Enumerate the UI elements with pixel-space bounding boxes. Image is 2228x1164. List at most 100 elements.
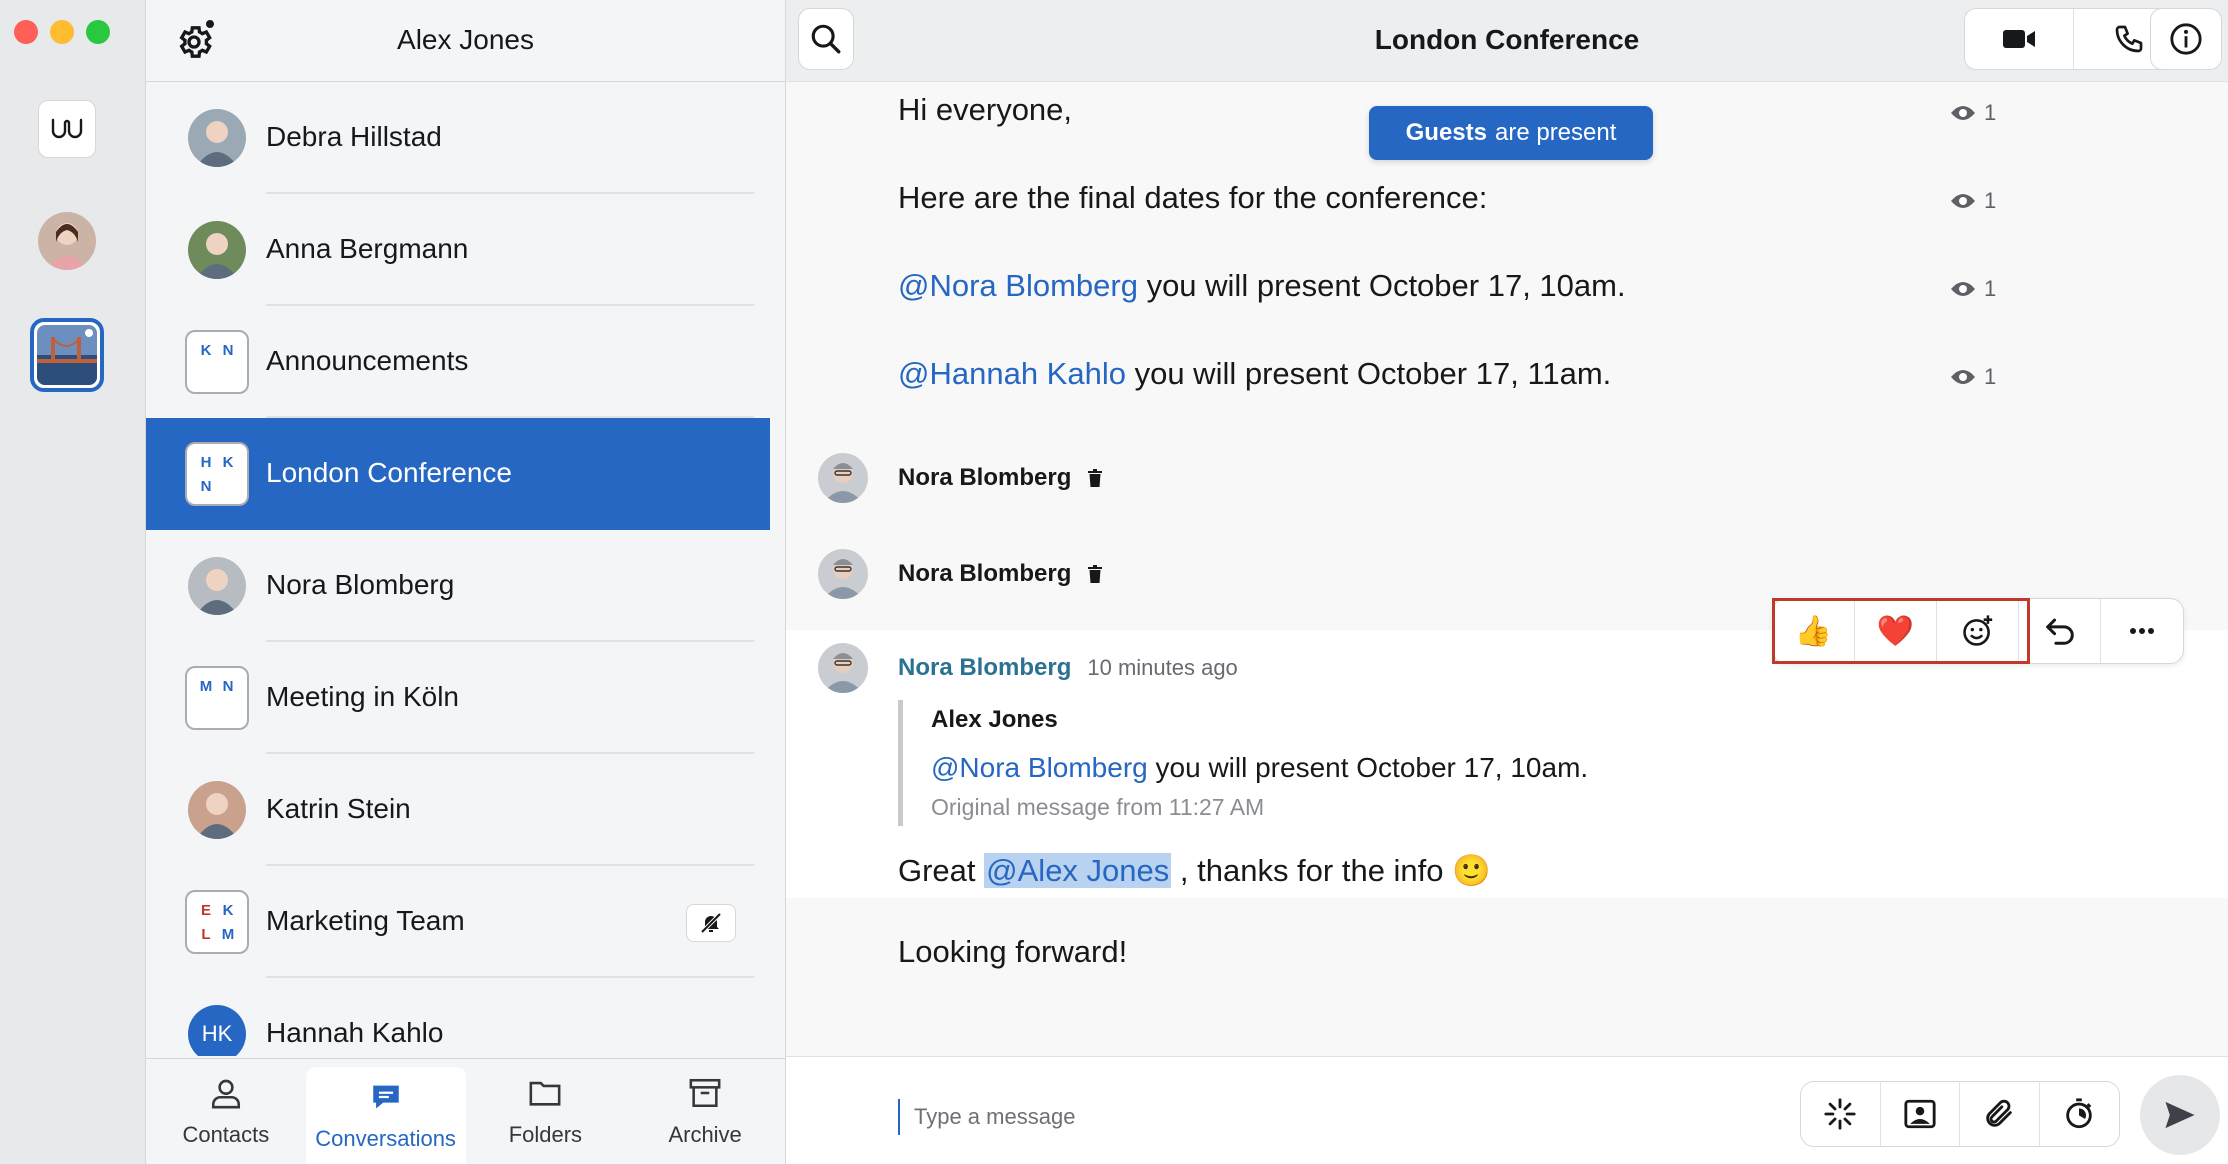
archive-icon — [688, 1076, 722, 1116]
conversation-item[interactable]: M N Meeting in Köln — [146, 642, 770, 754]
conversation-item[interactable]: Debra Hillstad — [146, 82, 770, 194]
video-camera-icon — [2003, 30, 2035, 48]
quoted-text: @Nora Blomberg you will present October … — [931, 752, 1588, 784]
wire-logo-button[interactable] — [38, 100, 96, 158]
guests-banner-text: are present — [1494, 119, 1617, 146]
list-header: Alex Jones — [146, 0, 785, 82]
read-receipt[interactable]: 1 — [1950, 364, 1996, 390]
send-button[interactable] — [2140, 1075, 2220, 1155]
conversation-label-wrap: Marketing Team — [266, 866, 754, 978]
reply-text-before: Great — [898, 853, 985, 888]
conversation-info-button[interactable] — [2150, 8, 2222, 70]
nora-avatar-icon[interactable] — [818, 643, 868, 693]
more-dots-icon — [2130, 628, 2154, 634]
mention-link[interactable]: @Hannah Kahlo — [898, 356, 1126, 391]
quoted-original-time[interactable]: Original message from 11:27 AM — [931, 794, 1588, 821]
conversation-label-wrap: Announcements — [266, 306, 754, 418]
add-reaction-button[interactable] — [1937, 599, 2019, 663]
nav-label: Folders — [508, 1121, 583, 1147]
smile-emoji-icon: 🙂 — [1452, 853, 1491, 888]
read-count: 1 — [1984, 364, 1997, 389]
quoted-body: you will present October 17, 10am. — [1147, 752, 1589, 783]
message-body: Looking forward! — [898, 934, 1128, 969]
contact-avatar — [188, 221, 246, 279]
conversation-avatar-slot — [146, 82, 266, 194]
conversation-item[interactable]: H K N London Conference — [146, 418, 770, 530]
self-mention-highlight[interactable]: @Alex Jones — [984, 853, 1172, 888]
conversation-item[interactable]: E K L M Marketing Team — [146, 866, 770, 978]
conversation-item[interactable]: Nora Blomberg — [146, 530, 770, 642]
timed-message-button[interactable] — [2040, 1082, 2120, 1146]
team-avatar-selected[interactable] — [30, 318, 104, 392]
deleted-message-author: Nora Blomberg — [898, 560, 1072, 587]
nav-contacts[interactable]: Contacts — [146, 1059, 306, 1164]
contact-photo-icon — [188, 109, 246, 167]
message-actions-menu: 👍 ❤️ — [1772, 598, 2184, 664]
message-body: you will present October 17, 10am. — [1137, 268, 1626, 303]
conversation-label-wrap: Nora Blomberg — [266, 530, 754, 642]
message-input[interactable]: Type a message — [898, 1099, 1598, 1135]
attach-file-button[interactable] — [1960, 1082, 2040, 1146]
conversation-avatar-slot — [146, 754, 266, 866]
group-member-initial: N — [222, 677, 234, 695]
more-options-button[interactable] — [2101, 599, 2183, 663]
reply-author-name[interactable]: Nora Blomberg — [898, 654, 1071, 682]
conversation-item[interactable]: Katrin Stein — [146, 754, 770, 866]
conversation-name: London Conference — [266, 457, 512, 488]
send-image-button[interactable] — [1881, 1082, 1960, 1146]
conversation-name: Marketing Team — [266, 905, 465, 936]
group-member-initial: N — [200, 477, 212, 495]
trash-icon — [1088, 565, 1103, 583]
nora-avatar-icon — [818, 453, 868, 503]
conversation-label-wrap: Hannah Kahlo — [266, 978, 754, 1056]
conversation-name: Announcements — [266, 345, 469, 376]
conversation-header: London Conference — [786, 0, 2228, 82]
conversation-item[interactable]: Anna Bergmann — [146, 194, 770, 306]
nav-archive[interactable]: Archive — [625, 1059, 785, 1164]
message-text: @Nora Blomberg you will present October … — [898, 268, 1626, 304]
minimize-window-button[interactable] — [50, 20, 74, 44]
group-member-initial: K — [200, 341, 212, 359]
conversation-item[interactable]: K N Announcements — [146, 306, 770, 418]
contact-avatar — [188, 557, 246, 615]
quoted-author: Alex Jones — [931, 706, 1058, 733]
conversation-name: Meeting in Köln — [266, 681, 460, 712]
nav-folders[interactable]: Folders — [466, 1059, 626, 1164]
mention-link[interactable]: @Nora Blomberg — [898, 268, 1138, 303]
reply-timestamp: 10 minutes ago — [1087, 655, 1238, 680]
quoted-message[interactable]: Alex Jones @Nora Blomberg you will prese… — [898, 700, 1588, 826]
group-member-initial: N — [222, 341, 234, 359]
conversation-avatar-slot — [146, 530, 266, 642]
contact-photo-icon — [188, 781, 246, 839]
message-composer: Type a message — [786, 1056, 2228, 1164]
group-member-initial: K — [222, 453, 234, 471]
conversation-avatar-slot — [146, 194, 266, 306]
reply-button[interactable] — [2019, 599, 2101, 663]
message-text: @Hannah Kahlo you will present October 1… — [898, 356, 1611, 392]
read-receipt[interactable]: 1 — [1950, 276, 1996, 302]
read-receipt[interactable]: 1 — [1950, 100, 1996, 126]
conversation-item[interactable]: HK Hannah Kahlo — [146, 978, 770, 1056]
nav-conversations[interactable]: Conversations — [305, 1067, 466, 1164]
react-heart-button[interactable]: ❤️ — [1855, 599, 1937, 663]
group-member-initial: H — [200, 453, 212, 471]
account-avatar[interactable] — [38, 212, 96, 270]
deleted-message-row: Nora Blomberg — [818, 450, 1103, 506]
zoom-window-button[interactable] — [86, 20, 110, 44]
user-name-title: Alex Jones — [397, 24, 534, 55]
close-window-button[interactable] — [14, 20, 38, 44]
message-text: Here are the final dates for the confere… — [898, 180, 1487, 216]
eye-icon — [1951, 106, 1975, 120]
quoted-mention[interactable]: @Nora Blomberg — [931, 752, 1148, 783]
eye-icon — [1951, 370, 1975, 384]
video-call-button[interactable] — [1965, 9, 2074, 69]
send-arrow-icon — [2165, 1101, 2195, 1129]
react-thumbs-up-button[interactable]: 👍 — [1773, 599, 1855, 663]
conversation-name: Anna Bergmann — [266, 233, 469, 264]
reply-message-text: Great @Alex Jones , thanks for the info … — [898, 852, 1491, 889]
read-receipt[interactable]: 1 — [1950, 188, 1996, 214]
deleted-message-author: Nora Blomberg — [898, 464, 1072, 491]
initials-avatar: HK — [188, 1005, 246, 1056]
ping-button[interactable] — [1801, 1082, 1881, 1146]
muted-badge[interactable] — [686, 904, 736, 942]
